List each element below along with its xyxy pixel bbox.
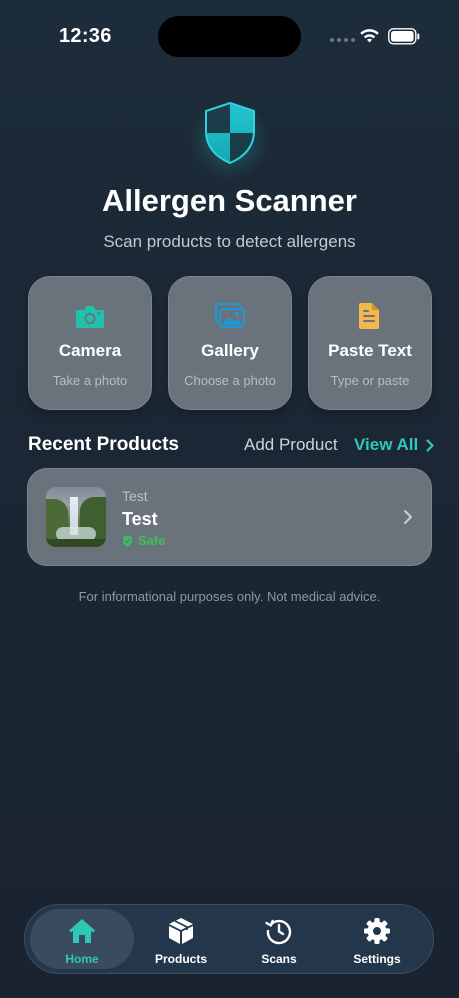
paste-text-button[interactable]: Paste Text Type or paste	[308, 276, 432, 410]
view-all-button[interactable]: View All	[354, 435, 434, 455]
tab-settings[interactable]: Settings	[325, 909, 429, 969]
view-all-label: View All	[354, 435, 419, 454]
tab-products[interactable]: Products	[129, 909, 233, 969]
camera-label: Camera	[58, 341, 122, 360]
add-product-button[interactable]: Add Product	[244, 435, 338, 455]
tab-scans[interactable]: Scans	[227, 909, 331, 969]
box-icon	[169, 918, 193, 944]
paste-text-label: Paste Text	[328, 341, 412, 360]
shield-icon	[205, 101, 255, 165]
chevron-right-icon	[426, 438, 434, 452]
status-time: 12:36	[59, 25, 112, 47]
chevron-right-icon	[404, 510, 412, 524]
scan-actions: Camera Take a photo Gallery Choose a pho…	[28, 276, 432, 410]
tab-scans-label: Scans	[261, 952, 297, 966]
gallery-label: Gallery	[201, 341, 259, 360]
history-icon	[265, 919, 292, 945]
product-thumbnail	[46, 487, 106, 547]
wifi-icon	[360, 29, 379, 43]
photos-icon	[215, 303, 245, 328]
camera-sublabel: Take a photo	[52, 373, 128, 388]
recent-products-heading: Recent Products	[28, 434, 179, 455]
product-status-badge: Safe	[122, 533, 165, 548]
document-icon	[359, 303, 379, 329]
tab-products-label: Products	[154, 952, 207, 966]
product-list-item[interactable]: Test Test Safe	[27, 468, 432, 566]
tab-settings-label: Settings	[353, 952, 401, 966]
tab-bar: Home Products Scans Settings	[24, 904, 434, 974]
camera-button[interactable]: Camera Take a photo	[28, 276, 152, 410]
disclaimer-text: For informational purposes only. Not med…	[78, 589, 381, 604]
cellular-signal-icon	[330, 38, 355, 42]
product-name: Test	[122, 509, 158, 529]
paste-text-sublabel: Type or paste	[330, 373, 410, 388]
gallery-sublabel: Choose a photo	[184, 373, 276, 388]
dynamic-island	[158, 16, 301, 57]
gallery-button[interactable]: Gallery Choose a photo	[168, 276, 292, 410]
safe-shield-icon	[123, 535, 132, 546]
product-status-label: Safe	[138, 533, 166, 548]
battery-icon	[388, 28, 420, 45]
gear-icon	[364, 918, 390, 944]
app-title: Allergen Scanner	[102, 183, 357, 218]
status-bar: 12:36	[0, 0, 459, 70]
tab-home[interactable]: Home	[30, 909, 134, 969]
tab-home-label: Home	[65, 952, 99, 966]
home-icon	[69, 919, 95, 943]
product-brand: Test	[122, 488, 148, 504]
camera-icon	[76, 306, 104, 328]
app-subtitle: Scan products to detect allergens	[103, 232, 356, 251]
